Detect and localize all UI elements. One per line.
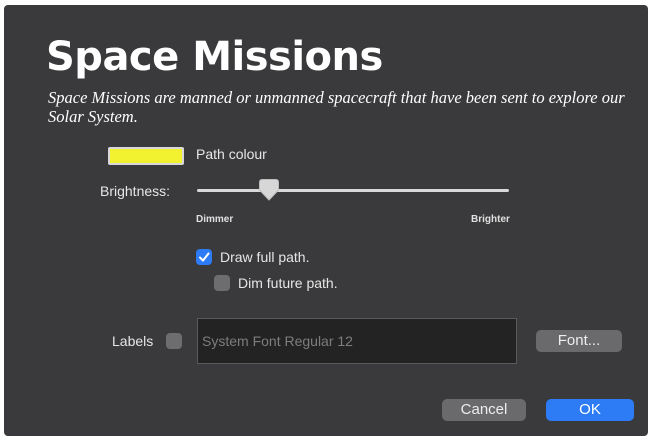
checkmark-icon (199, 252, 210, 262)
labels-checkbox[interactable] (166, 333, 182, 349)
space-missions-dialog: Space Missions Space Missions are manned… (4, 5, 648, 436)
slider-track (197, 189, 509, 192)
dialog-title: Space Missions (46, 34, 383, 80)
font-button[interactable]: Font... (536, 330, 622, 352)
brightness-label: Brightness: (100, 183, 171, 199)
draw-full-path-checkbox[interactable] (196, 249, 212, 265)
brightness-slider[interactable] (197, 177, 509, 207)
cancel-button[interactable]: Cancel (442, 399, 526, 421)
path-colour-swatch[interactable] (108, 147, 184, 165)
draw-full-path-label: Draw full path. (220, 249, 310, 265)
ok-button[interactable]: OK (546, 399, 634, 421)
dim-future-path-checkbox[interactable] (214, 275, 230, 291)
path-colour-label: Path colour (196, 146, 267, 162)
label-font-value: System Font Regular 12 (202, 333, 353, 349)
dim-future-path-label: Dim future path. (238, 275, 338, 291)
slider-min-label: Dimmer (196, 214, 234, 225)
label-font-field: System Font Regular 12 (197, 318, 517, 364)
labels-label: Labels (112, 333, 154, 349)
dialog-subtitle: Space Missions are manned or unmanned sp… (48, 88, 625, 126)
slider-knob[interactable] (258, 179, 279, 201)
slider-max-label: Brighter (471, 214, 510, 225)
